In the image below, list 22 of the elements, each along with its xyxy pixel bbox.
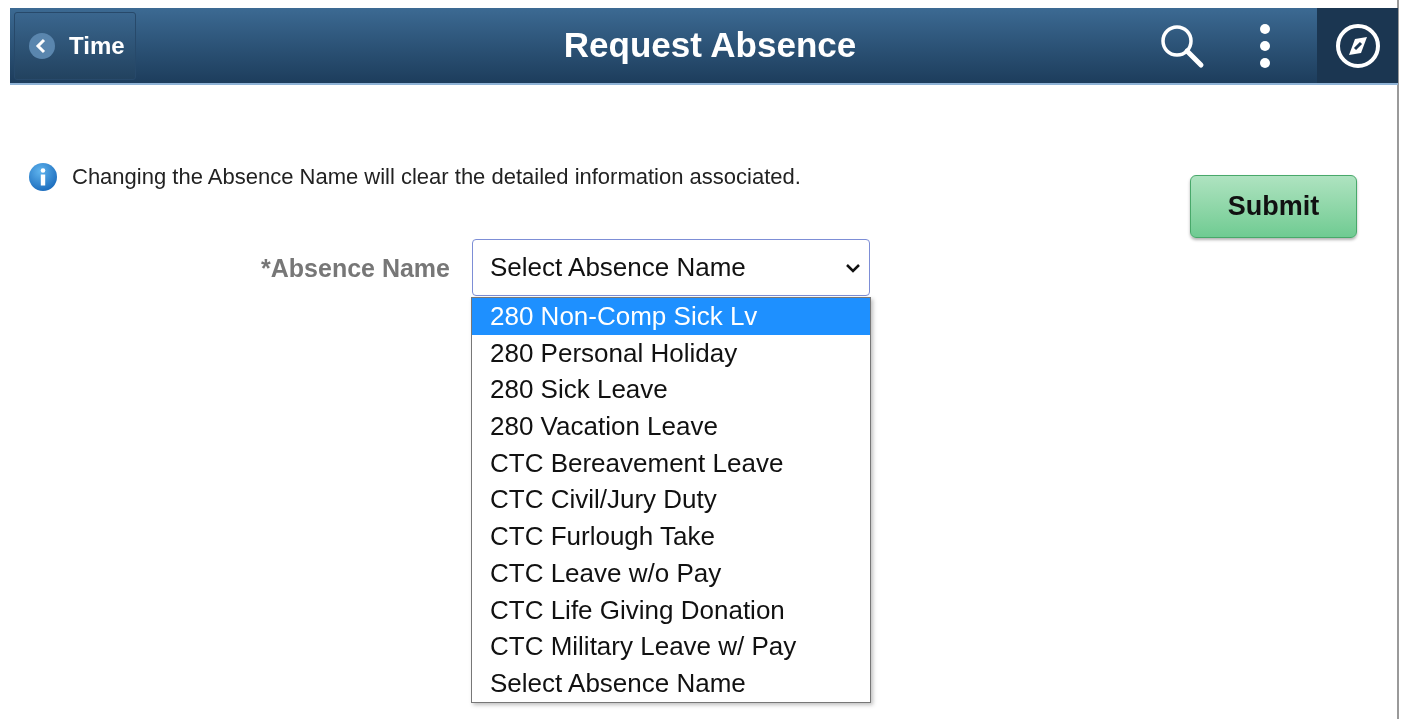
dropdown-option[interactable]: CTC Military Leave w/ Pay xyxy=(472,628,870,665)
navigation-button[interactable] xyxy=(1317,8,1398,83)
dropdown-option[interactable]: CTC Leave w/o Pay xyxy=(472,554,870,592)
dropdown-option[interactable]: CTC Bereavement Leave xyxy=(472,444,870,482)
back-button[interactable]: Time xyxy=(14,11,136,80)
dropdown-option[interactable]: Select Absence Name xyxy=(472,664,870,702)
compass-icon xyxy=(1333,21,1382,70)
absence-name-select[interactable]: Select Absence Name xyxy=(472,239,870,296)
more-options-icon[interactable] xyxy=(1259,22,1271,69)
info-icon xyxy=(28,161,58,192)
dropdown-option[interactable]: CTC Life Giving Donation xyxy=(472,591,870,629)
field-label: *Absence Name xyxy=(260,253,450,284)
chevron-left-icon xyxy=(29,32,55,59)
dropdown-option[interactable]: 280 Personal Holiday xyxy=(472,334,870,372)
dropdown-option[interactable]: 280 Sick Leave xyxy=(472,371,870,409)
dropdown-option[interactable]: 280 Vacation Leave xyxy=(472,408,870,445)
info-message: Changing the Absence Name will clear the detailed information associated. xyxy=(72,163,801,191)
submit-button[interactable]: Submit xyxy=(1190,175,1357,238)
dropdown-option[interactable]: CTC Furlough Take xyxy=(472,518,870,555)
dropdown-option[interactable]: CTC Civil/Jury Duty xyxy=(472,481,870,519)
page-title: Request Absence xyxy=(562,24,858,67)
chevron-down-icon xyxy=(845,261,861,274)
